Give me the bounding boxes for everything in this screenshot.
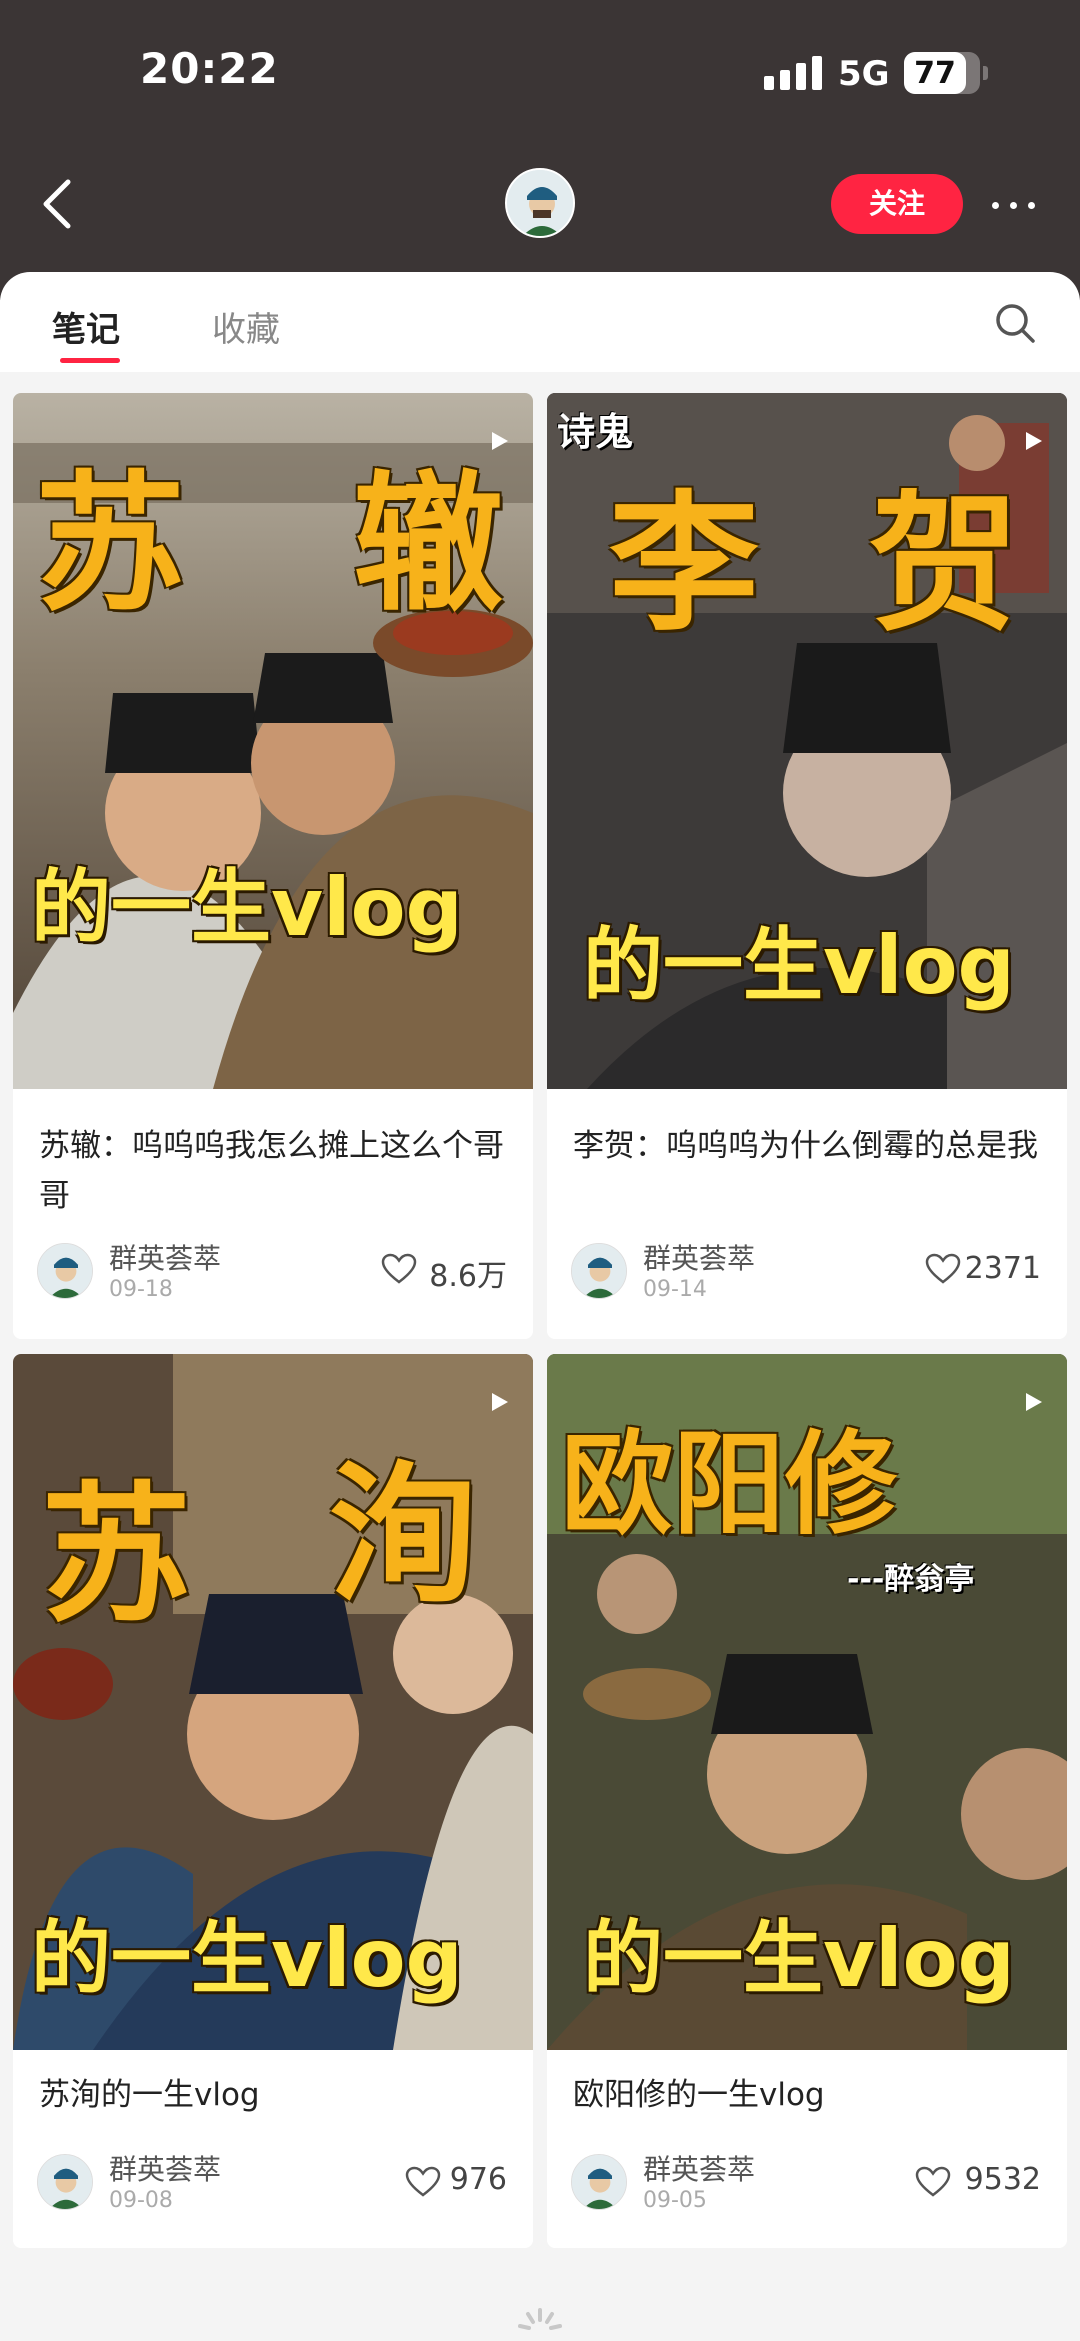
author-name[interactable]: 群英荟萃: [109, 2148, 221, 2188]
note-cover[interactable]: 苏 洵 的一生vlog: [13, 1354, 533, 2050]
note-date: 09-18: [109, 1277, 173, 1302]
cellular-signal-icon: [764, 56, 822, 90]
note-cover[interactable]: 诗鬼 李 贺 的一生vlog: [547, 393, 1067, 1089]
follow-button[interactable]: 关注: [831, 174, 963, 234]
cover-headline-char: 苏: [35, 458, 186, 632]
author-name[interactable]: 群英荟萃: [109, 1237, 221, 1277]
note-title[interactable]: 苏洵的一生vlog: [39, 2070, 509, 2120]
note-card[interactable]: 苏 辙 的一生vlog 苏辙：呜呜呜我怎么摊上这么个哥哥 群英荟萃 09-18 …: [13, 393, 533, 1339]
tab-favorites[interactable]: 收藏: [212, 302, 280, 351]
cover-headline-char: 贺: [869, 478, 1020, 652]
cover-headline-char: 苏: [41, 1469, 192, 1643]
note-title[interactable]: 欧阳修的一生vlog: [573, 2070, 1043, 2120]
note-date: 09-14: [643, 1277, 707, 1302]
note-date: 09-08: [109, 2188, 173, 2213]
heart-icon[interactable]: [925, 1253, 961, 1285]
search-icon[interactable]: [994, 302, 1036, 344]
note-card[interactable]: 苏 洵 的一生vlog 苏洵的一生vlog 群英荟萃 09-08 976: [13, 1354, 533, 2248]
like-count: 9532: [964, 2162, 1041, 2197]
cover-subline: 的一生vlog: [31, 1912, 463, 2005]
note-title[interactable]: 李贺：呜呜呜为什么倒霉的总是我: [573, 1121, 1043, 1171]
play-icon: [1026, 432, 1042, 450]
chevron-left-icon[interactable]: [36, 176, 80, 232]
tab-active-indicator: [60, 358, 120, 363]
cover-subline: 的一生vlog: [31, 861, 463, 954]
cover-subline: 的一生vlog: [583, 919, 1015, 1012]
note-title[interactable]: 苏辙：呜呜呜我怎么摊上这么个哥哥: [39, 1121, 509, 1221]
cover-headline: 欧阳修: [561, 1420, 897, 1550]
cover-headline-char: 李: [609, 478, 760, 652]
like-count: 2371: [964, 1251, 1041, 1286]
note-card[interactable]: 诗鬼 李 贺 的一生vlog 李贺：呜呜呜为什么倒霉的总是我 群英荟萃 09-1…: [547, 393, 1067, 1339]
more-dots-icon[interactable]: [986, 184, 1042, 224]
cover-headline-char: 辙: [353, 458, 504, 632]
cover-subline: 的一生vlog: [583, 1912, 1015, 2005]
battery-icon: 77: [904, 52, 988, 94]
avatar[interactable]: [505, 168, 575, 238]
note-cover[interactable]: 苏 辙 的一生vlog: [13, 393, 533, 1089]
tab-notes[interactable]: 笔记: [52, 302, 120, 351]
cover-headline-char: 洵: [329, 1449, 480, 1623]
status-bar: 20:22 5G 77: [0, 0, 1080, 150]
battery-level: 77: [914, 56, 956, 91]
avatar[interactable]: [37, 2154, 93, 2210]
avatar[interactable]: [37, 1243, 93, 1299]
heart-icon[interactable]: [381, 1253, 417, 1285]
note-date: 09-05: [643, 2188, 707, 2213]
author-name[interactable]: 群英荟萃: [643, 2148, 755, 2188]
author-name[interactable]: 群英荟萃: [643, 1237, 755, 1277]
play-icon: [492, 1393, 508, 1411]
heart-icon[interactable]: [405, 2166, 441, 2198]
like-count: 8.6万: [429, 1259, 507, 1294]
network-type: 5G: [838, 54, 890, 94]
like-count: 976: [449, 2162, 507, 2197]
profile-header: 20:22 5G 77 关注: [0, 0, 1080, 300]
play-icon: [492, 432, 508, 450]
tab-bar: 笔记 收藏: [0, 272, 1080, 372]
cover-tag: ---醉翁亭: [847, 1562, 975, 1597]
avatar[interactable]: [571, 1243, 627, 1299]
status-time: 20:22: [140, 44, 279, 93]
play-icon: [1026, 1393, 1042, 1411]
spinner-icon: [518, 2308, 562, 2330]
note-cover[interactable]: 欧阳修 ---醉翁亭 的一生vlog: [547, 1354, 1067, 2050]
heart-icon[interactable]: [915, 2166, 951, 2198]
avatar[interactable]: [571, 2154, 627, 2210]
note-card[interactable]: 欧阳修 ---醉翁亭 的一生vlog 欧阳修的一生vlog 群英荟萃 09-05…: [547, 1354, 1067, 2248]
